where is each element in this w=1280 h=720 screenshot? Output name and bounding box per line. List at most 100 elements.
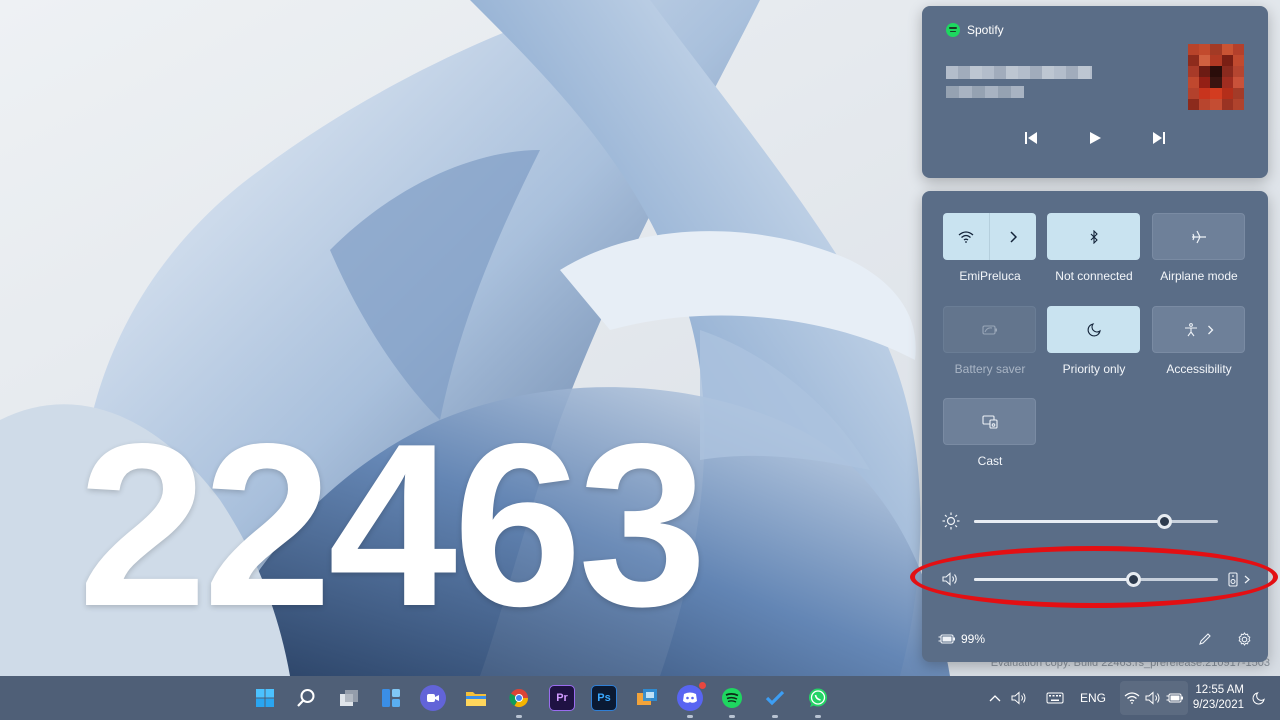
album-art-pixel — [1188, 44, 1200, 55]
start-button[interactable] — [252, 685, 278, 711]
media-controls — [922, 126, 1268, 150]
running-indicator — [687, 715, 693, 718]
build-number-overlay: 22463 — [78, 396, 707, 655]
play-icon[interactable] — [1083, 126, 1107, 150]
album-art-pixel — [1188, 77, 1200, 88]
album-art-pixel — [1188, 88, 1200, 99]
keyboard-icon[interactable] — [1044, 687, 1066, 709]
wifi-expand-chevron-icon[interactable] — [990, 213, 1036, 260]
edit-pencil-icon[interactable] — [1194, 628, 1216, 650]
album-art-pixel — [1199, 44, 1211, 55]
album-art-pixel — [1188, 66, 1200, 77]
wifi-label: EmiPreluca — [959, 269, 1021, 283]
accessibility-label: Accessibility — [1166, 362, 1232, 376]
airplane-mode-label: Airplane mode — [1160, 269, 1238, 283]
cast-label: Cast — [977, 454, 1003, 468]
track-artist-pixelated — [946, 86, 1024, 98]
wifi-tile[interactable] — [943, 213, 1036, 260]
settings-gear-icon[interactable] — [1233, 628, 1255, 650]
widgets-icon[interactable] — [378, 685, 404, 711]
album-art-pixel — [1199, 66, 1211, 77]
album-art-pixel — [1199, 55, 1211, 66]
album-art-pixel — [1221, 44, 1233, 55]
album-art-pixel — [1232, 44, 1244, 55]
todo-icon[interactable] — [762, 685, 788, 711]
cast-tile[interactable] — [943, 398, 1036, 445]
album-art-pixel — [1188, 55, 1200, 66]
album-art-pixel — [1221, 99, 1233, 110]
album-art-pixel — [1210, 99, 1222, 110]
battery-saver-label: Battery saver — [954, 362, 1026, 376]
album-art-pixel — [1199, 99, 1211, 110]
quick-settings-footer: 99% — [922, 616, 1268, 662]
speaker-device-icon — [1228, 571, 1238, 587]
cast-icon — [981, 414, 998, 429]
photoshop-icon[interactable]: Ps — [591, 685, 617, 711]
task-view-icon[interactable] — [336, 685, 362, 711]
dev-app-icon[interactable] — [634, 685, 660, 711]
bluetooth-label: Not connected — [1055, 269, 1133, 283]
volume-track[interactable] — [974, 572, 1218, 587]
teams-chat-icon[interactable] — [420, 685, 446, 711]
accessibility-chevron-icon — [1207, 325, 1213, 334]
speaker-icon[interactable] — [940, 569, 962, 589]
search-icon[interactable] — [293, 685, 319, 711]
running-indicator — [815, 715, 821, 718]
chrome-icon[interactable] — [506, 685, 532, 711]
audio-output-chevron-icon — [1244, 575, 1250, 583]
previous-track-icon[interactable] — [1019, 126, 1043, 150]
quick-settings-tray-button[interactable] — [1120, 681, 1189, 715]
audio-output-button[interactable] — [1228, 569, 1260, 589]
track-title-pixelated — [946, 66, 1092, 79]
album-art-pixel — [1210, 44, 1222, 55]
input-language[interactable]: ENG — [1080, 691, 1106, 705]
whatsapp-icon[interactable] — [805, 685, 831, 711]
brightness-slider-row — [940, 511, 1260, 531]
tray-battery-icon — [1166, 693, 1184, 703]
system-tray: ENG — [984, 676, 1189, 720]
running-indicator — [516, 715, 522, 718]
album-art-pixel — [1232, 77, 1244, 88]
brightness-fill — [974, 520, 1165, 523]
brightness-thumb[interactable] — [1157, 514, 1173, 529]
show-hidden-icons-chevron-icon[interactable] — [984, 687, 1006, 709]
discord-icon[interactable] — [677, 681, 707, 711]
clock-date: 9/23/2021 — [1192, 699, 1244, 711]
spotify-icon — [946, 23, 960, 37]
album-art — [1188, 44, 1244, 110]
album-art-pixel — [1210, 66, 1222, 77]
bluetooth-icon — [1090, 229, 1098, 244]
battery-status[interactable]: 99% — [938, 632, 985, 646]
album-art-pixel — [1199, 88, 1211, 99]
spotify-taskbar-icon[interactable] — [719, 685, 745, 711]
album-art-pixel — [1210, 55, 1222, 66]
accessibility-icon — [1184, 322, 1197, 336]
running-indicator — [729, 715, 735, 718]
album-art-pixel — [1221, 55, 1233, 66]
battery-saver-tile[interactable] — [943, 306, 1036, 353]
premiere-icon[interactable]: Pr — [549, 685, 575, 711]
wifi-icon[interactable] — [943, 213, 989, 260]
tray-volume-icon[interactable] — [1008, 687, 1030, 709]
volume-thumb[interactable] — [1125, 572, 1141, 587]
album-art-pixel — [1199, 77, 1211, 88]
focus-assist-moon-icon[interactable] — [1247, 687, 1269, 709]
focus-assist-tile[interactable] — [1047, 306, 1140, 353]
clock[interactable]: 12:55 AM 9/23/2021 — [1188, 683, 1244, 713]
album-art-pixel — [1210, 77, 1222, 88]
airplane-mode-tile[interactable] — [1152, 213, 1245, 260]
album-art-pixel — [1232, 99, 1244, 110]
file-explorer-icon[interactable] — [463, 685, 489, 711]
battery-percent: 99% — [961, 632, 986, 646]
accessibility-tile[interactable] — [1152, 306, 1245, 353]
bluetooth-tile[interactable] — [1047, 213, 1140, 260]
battery-charging-icon — [938, 634, 955, 644]
album-art-pixel — [1221, 66, 1233, 77]
brightness-track[interactable] — [974, 514, 1218, 529]
airplane-icon — [1191, 230, 1206, 243]
next-track-icon[interactable] — [1147, 126, 1171, 150]
battery-saver-icon — [981, 324, 997, 335]
album-art-pixel — [1232, 88, 1244, 99]
album-art-pixel — [1188, 99, 1200, 110]
taskbar: Pr Ps ENG 12:55 AM 9/23/2021 — [0, 676, 1280, 720]
